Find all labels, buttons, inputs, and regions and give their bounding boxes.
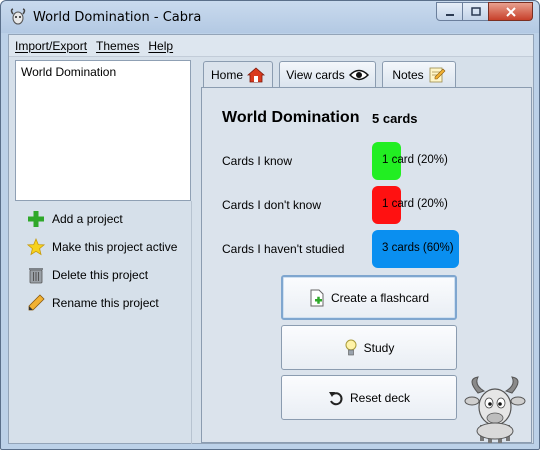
lightbulb-icon xyxy=(344,339,358,357)
eye-icon xyxy=(348,69,369,81)
menu-themes[interactable]: Themes xyxy=(96,39,139,53)
delete-project-label: Delete this project xyxy=(52,268,149,282)
tab-home[interactable]: Home xyxy=(203,61,273,88)
stat-value-known: 1 card (20%) xyxy=(382,154,448,166)
close-button[interactable] xyxy=(488,2,533,21)
goat-icon xyxy=(10,8,26,25)
study-button[interactable]: Study xyxy=(281,325,457,370)
menu-help[interactable]: Help xyxy=(148,39,173,53)
pencil-icon xyxy=(26,293,46,313)
notepad-icon xyxy=(428,66,446,84)
tab-notes-label: Notes xyxy=(392,67,424,82)
deck-count: 5 cards xyxy=(372,111,418,126)
title-bar[interactable]: World Domination - Cabra xyxy=(1,1,539,33)
study-label: Study xyxy=(363,340,395,355)
minimize-button[interactable] xyxy=(436,2,463,21)
minimize-icon xyxy=(445,13,454,16)
menu-bar: Import/Export Themes Help xyxy=(9,35,533,57)
add-project-label: Add a project xyxy=(52,212,123,226)
stat-value-unknown: 1 card (20%) xyxy=(382,198,448,210)
tab-notes[interactable]: Notes xyxy=(382,61,456,87)
close-icon xyxy=(505,6,516,17)
client-area: Import/Export Themes Help World Dominati… xyxy=(8,34,534,444)
trash-icon xyxy=(26,265,46,285)
delete-project-action[interactable]: Delete this project xyxy=(26,265,148,285)
stat-label-unknown: Cards I don't know xyxy=(222,198,322,212)
reset-deck-label: Reset deck xyxy=(349,390,411,405)
tab-view-cards[interactable]: View cards xyxy=(279,61,376,87)
new-card-icon xyxy=(309,289,325,307)
reset-deck-button[interactable]: Reset deck xyxy=(281,375,457,420)
star-icon xyxy=(26,237,46,257)
tab-view-cards-label: View cards xyxy=(286,67,345,82)
maximize-icon xyxy=(470,6,481,16)
goat-mascot-icon xyxy=(464,376,526,443)
make-active-label: Make this project active xyxy=(52,240,178,254)
rename-project-action[interactable]: Rename this project xyxy=(26,293,159,313)
stat-label-unstudied: Cards I haven't studied xyxy=(222,242,345,256)
add-project-action[interactable]: Add a project xyxy=(26,209,123,229)
deck-title: World Domination xyxy=(222,109,360,126)
stat-value-unstudied: 3 cards (60%) xyxy=(382,242,454,254)
rename-project-label: Rename this project xyxy=(52,296,159,310)
home-icon xyxy=(247,67,265,83)
window-controls xyxy=(436,2,533,21)
app-window: World Domination - Cabra Import/Export T… xyxy=(0,0,540,450)
project-list-item[interactable]: World Domination xyxy=(21,65,116,79)
maximize-button[interactable] xyxy=(462,2,489,21)
make-active-action[interactable]: Make this project active xyxy=(26,237,177,257)
create-flashcard-label: Create a flashcard xyxy=(330,290,430,305)
tab-home-label: Home xyxy=(210,68,243,82)
project-list[interactable]: World Domination xyxy=(15,60,191,201)
undo-icon xyxy=(328,390,344,406)
menu-import-export[interactable]: Import/Export xyxy=(15,39,87,53)
divider xyxy=(191,201,192,444)
create-flashcard-button[interactable]: Create a flashcard xyxy=(281,275,457,320)
plus-icon xyxy=(26,209,46,229)
stat-label-known: Cards I know xyxy=(222,154,293,168)
window-title: World Domination - Cabra xyxy=(33,10,202,25)
